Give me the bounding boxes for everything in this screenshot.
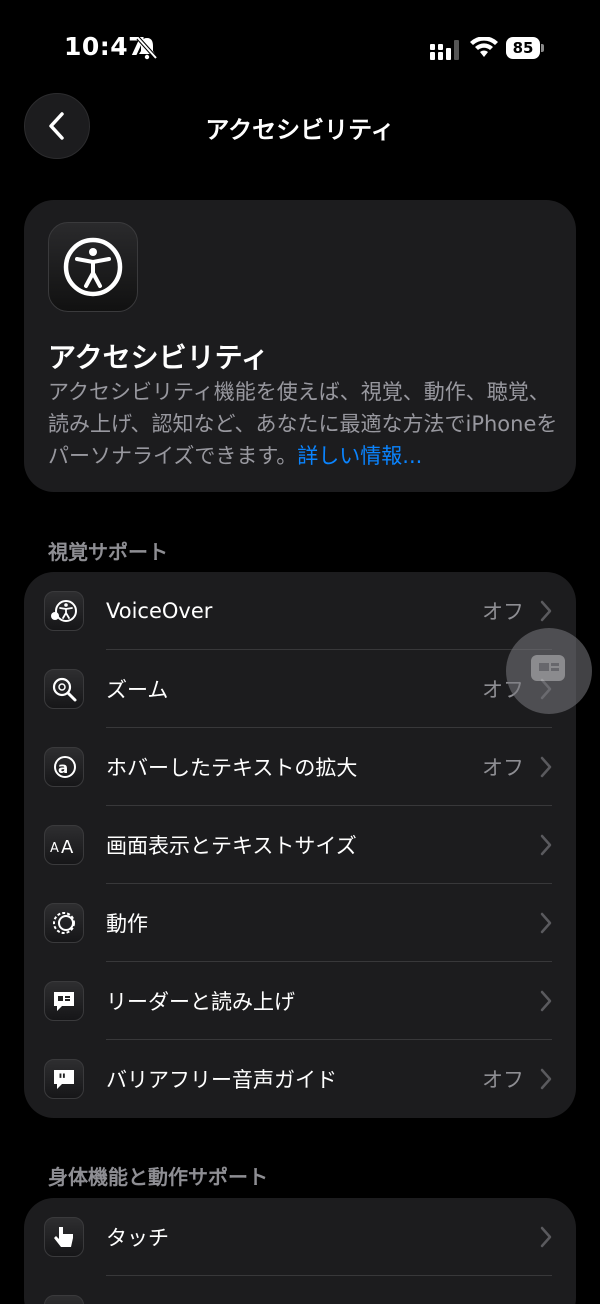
- accessibility-icon: [63, 237, 123, 297]
- chevron-right-icon: [540, 756, 552, 778]
- list-item-voiceover[interactable]: VoiceOver オフ: [24, 572, 576, 650]
- row-label: バリアフリー音声ガイド: [106, 1068, 337, 1092]
- motion-icon: [44, 903, 84, 943]
- list-item-zoom[interactable]: ズーム オフ: [24, 650, 576, 728]
- bell-off-icon: [136, 36, 158, 60]
- status-bar: 10:47 85: [0, 0, 600, 96]
- hover-text-icon: a: [44, 747, 84, 787]
- row-label: 画面表示とテキストサイズ: [106, 834, 357, 858]
- header-title: アクセシビリティ: [48, 341, 269, 374]
- assistive-touch-button[interactable]: [506, 628, 592, 714]
- chevron-right-icon: [540, 912, 552, 934]
- list-item-audio-description[interactable]: " バリアフリー音声ガイド オフ: [24, 1040, 576, 1118]
- wifi-icon: [470, 37, 498, 57]
- list-item-reader[interactable]: リーダーと読み上げ: [24, 962, 576, 1040]
- zoom-icon: [44, 669, 84, 709]
- nav-title: アクセシビリティ: [205, 116, 395, 144]
- row-label: 動作: [106, 912, 148, 936]
- text-size-icon: A A: [44, 825, 84, 865]
- svg-text:A: A: [61, 837, 74, 857]
- row-value: オフ: [482, 1068, 524, 1092]
- row-label: リーダーと読み上げ: [106, 990, 295, 1014]
- list-item-motion[interactable]: 動作: [24, 884, 576, 962]
- svg-text:": ": [58, 1070, 66, 1089]
- row-label: タッチ: [106, 1226, 169, 1250]
- status-time: 10:47: [64, 32, 147, 61]
- svg-text:a: a: [58, 759, 68, 777]
- accessibility-app-icon: [48, 222, 138, 312]
- signal-icon: [430, 40, 459, 60]
- chevron-right-icon: [540, 834, 552, 856]
- list-item-touch[interactable]: タッチ: [24, 1198, 576, 1276]
- row-label: ホバーしたテキストの拡大: [106, 756, 358, 780]
- list-item-hover-text[interactable]: a ホバーしたテキストの拡大 オフ: [24, 728, 576, 806]
- header-description: アクセシビリティ機能を使えば、視覚、動作、聴覚、読み上げ、認知など、あなたに最適…: [48, 376, 558, 472]
- reader-icon: [44, 981, 84, 1021]
- battery-indicator: 85: [506, 37, 540, 59]
- screen: 10:47 85 アクセシビリティ アクセシビリティ アクセシビリティ機能を使え…: [0, 0, 600, 1304]
- voiceover-icon: [44, 591, 84, 631]
- row-value: オフ: [482, 756, 524, 780]
- assistive-touch-icon: [531, 655, 565, 681]
- chevron-right-icon: [540, 600, 552, 622]
- chevron-right-icon: [540, 1226, 552, 1248]
- section-title-physical: 身体機能と動作サポート: [48, 1165, 268, 1189]
- svg-text:A: A: [50, 841, 59, 856]
- partial-row-icon: [44, 1295, 84, 1304]
- row-label: ズーム: [106, 678, 169, 702]
- list-item-partial[interactable]: [24, 1276, 576, 1304]
- row-value: オフ: [482, 600, 524, 624]
- touch-icon: [44, 1217, 84, 1257]
- audio-description-icon: ": [44, 1059, 84, 1099]
- header-card: アクセシビリティ アクセシビリティ機能を使えば、視覚、動作、聴覚、読み上げ、認知…: [24, 200, 576, 492]
- list-item-display-text-size[interactable]: A A 画面表示とテキストサイズ: [24, 806, 576, 884]
- chevron-right-icon: [540, 1068, 552, 1090]
- section-title-vision: 視覚サポート: [48, 540, 168, 564]
- physical-group: タッチ: [24, 1198, 576, 1304]
- battery-cap: [541, 44, 544, 52]
- learn-more-link[interactable]: 詳しい情報...: [297, 444, 422, 468]
- vision-group: VoiceOver オフ ズーム オフ a ホバーしたテキストの拡大 オフ A …: [24, 572, 576, 1118]
- chevron-right-icon: [540, 990, 552, 1012]
- row-label: VoiceOver: [106, 599, 213, 623]
